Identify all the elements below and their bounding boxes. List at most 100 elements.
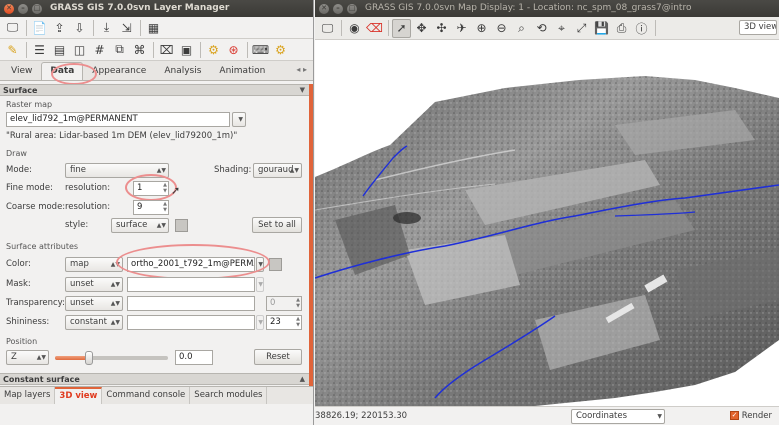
import-vector-icon[interactable]: ⇲	[117, 18, 136, 37]
raster-map-input[interactable]: elev_lid792_1m@PERMANENT	[6, 112, 230, 127]
maximize-icon[interactable]: □	[347, 3, 357, 14]
grid-icon[interactable]: #	[90, 40, 109, 59]
transparency-mode-select[interactable]: unset ▲▼	[65, 296, 123, 311]
settings-icon[interactable]: ⚙	[204, 40, 223, 59]
save-workspace-icon[interactable]: ⇩	[70, 18, 89, 37]
zoom-region-icon[interactable]: ⌕	[512, 19, 531, 38]
eye-icon[interactable]: ◉	[345, 19, 364, 38]
tab-search-modules[interactable]: Search modules	[190, 387, 268, 404]
vector-tools-icon[interactable]: ⧉	[110, 40, 129, 59]
panel-scrollbar[interactable]	[309, 84, 313, 386]
minimize-icon[interactable]: –	[333, 3, 343, 14]
add-layers-icon[interactable]: ▦	[144, 18, 163, 37]
transparency-map-input[interactable]	[127, 296, 255, 311]
wire-color-swatch[interactable]	[175, 219, 188, 232]
surface-section-header[interactable]: Surface ▼	[0, 84, 309, 96]
move-icon[interactable]: ✣	[432, 19, 451, 38]
help-icon[interactable]: ⊛	[224, 40, 243, 59]
zoom-menu-icon[interactable]: ⌖	[552, 19, 571, 38]
layer-manager-toolbar-1: 🖵 📄 ⇪ ⇩ ⤓ ⇲ ▦	[0, 17, 313, 39]
import-icon[interactable]: ⤓	[97, 18, 116, 37]
group-icon[interactable]: ⌘	[130, 40, 149, 59]
reset-button[interactable]: Reset	[254, 349, 302, 365]
tab-view[interactable]: View	[2, 62, 41, 80]
overlay-icon[interactable]: ◫	[70, 40, 89, 59]
close-icon[interactable]: ✕	[4, 3, 14, 14]
tab-analysis[interactable]: Analysis	[155, 62, 210, 80]
style-select[interactable]: surface ▲▼	[111, 218, 169, 233]
tab-animation[interactable]: Animation	[210, 62, 274, 80]
erase-icon[interactable]: ⌫	[365, 19, 384, 38]
zoom-full-icon[interactable]: ⤢	[572, 19, 591, 38]
transparency-value-spinner[interactable]: 0 ▲ ▼	[266, 296, 302, 311]
shininess-dropdown-button[interactable]: ▼	[256, 315, 264, 330]
shininess-value-spinner[interactable]: 23 ▲ ▼	[266, 315, 302, 330]
map-display-toolbar: 🖵 ◉ ⌫ ➚ ✥ ✣ ✈ ⊕ ⊖ ⌕ ⟲ ⌖ ⤢ 💾 ⎙ ⓘ 3D view	[315, 17, 779, 40]
maximize-icon[interactable]: □	[32, 3, 42, 14]
tab-map-layers[interactable]: Map layers	[0, 387, 56, 404]
raster-calc-icon[interactable]: ▣	[177, 40, 196, 59]
position-value-input[interactable]: 0.0	[175, 350, 213, 365]
processing-icon[interactable]: ⌧	[157, 40, 176, 59]
color-map-input[interactable]: ortho_2001_t792_1m@PERMANENT	[127, 257, 255, 272]
set-to-all-button[interactable]: Set to all	[252, 217, 302, 233]
color-mode-select[interactable]: map ▲▼	[65, 257, 123, 272]
status-mode-select[interactable]: Coordinates ▼	[571, 409, 665, 424]
pointer-icon[interactable]: ➚	[392, 18, 411, 38]
fine-resolution-spinner[interactable]: 1 ▲ ▼	[133, 181, 169, 196]
shininess-map-input[interactable]	[127, 315, 255, 330]
color-swatch[interactable]	[269, 258, 282, 271]
open-workspace-icon[interactable]: ⇪	[50, 18, 69, 37]
print-icon[interactable]: ⎙	[612, 19, 631, 38]
zoom-out-icon[interactable]: ⊖	[492, 19, 511, 38]
tab-scroll-arrows[interactable]: ◂ ▸	[296, 65, 307, 74]
mask-mode-select[interactable]: unset ▲▼	[65, 277, 123, 292]
tab-command-console[interactable]: Command console	[102, 387, 191, 404]
shading-select[interactable]: gouraud ▲▼	[253, 163, 302, 178]
mode-select[interactable]: fine ▲▼	[65, 163, 169, 178]
raster-icon[interactable]: ▤	[50, 40, 69, 59]
shininess-mode-select[interactable]: constant ▲▼	[65, 315, 123, 330]
spinner-arrows-icon[interactable]: ▲ ▼	[163, 201, 167, 213]
mode-label: Mode:	[6, 165, 33, 175]
render-checkbox[interactable]: ✓ Render	[730, 407, 772, 425]
spinner-arrows-icon[interactable]: ▲ ▼	[296, 316, 300, 328]
query-icon[interactable]: ⓘ	[632, 19, 651, 38]
spinner-arrows-icon[interactable]: ▲ ▼	[296, 297, 300, 309]
python-icon[interactable]: ⌨	[251, 40, 270, 59]
close-icon[interactable]: ✕	[319, 3, 329, 14]
save-icon[interactable]: 💾	[592, 19, 611, 38]
position-slider-handle[interactable]	[84, 351, 93, 365]
zoom-in-icon[interactable]: ⊕	[472, 19, 491, 38]
constant-surface-section-header[interactable]: Constant surface ▲	[0, 373, 309, 385]
display-icon[interactable]: 🖵	[318, 19, 337, 38]
position-slider[interactable]	[55, 351, 168, 365]
collapse-icon[interactable]: ▼	[300, 85, 305, 96]
zoom-back-icon[interactable]: ⟲	[532, 19, 551, 38]
open-workspace-icon[interactable]: 📄	[30, 18, 49, 37]
coarse-resolution-spinner[interactable]: 9 ▲ ▼	[133, 200, 169, 215]
collapse-icon[interactable]: ▲	[300, 374, 305, 385]
minimize-icon[interactable]: –	[18, 3, 28, 14]
pencil-icon[interactable]: ✎	[3, 40, 22, 59]
list-icon[interactable]: ☰	[30, 40, 49, 59]
tab-3d-view[interactable]: 3D view	[55, 387, 103, 404]
new-display-icon[interactable]: 🖵	[3, 18, 22, 37]
color-map-dropdown-button[interactable]: ▼	[256, 257, 264, 272]
spinner-arrows-icon[interactable]: ▲ ▼	[163, 182, 167, 194]
tab-data[interactable]: Data	[41, 62, 84, 80]
mask-map-input[interactable]	[127, 277, 255, 292]
raster-map-dropdown-button[interactable]: ▼	[232, 112, 246, 127]
tab-appearance[interactable]: Appearance	[83, 62, 155, 80]
view-mode-select[interactable]: 3D view	[739, 20, 777, 35]
fly-icon[interactable]: ✈	[452, 19, 471, 38]
prefs-icon[interactable]: ⚙	[271, 40, 290, 59]
chevron-down-icon: ▲▼	[110, 300, 120, 307]
chevron-down-icon: ▲▼	[110, 261, 120, 268]
3d-map-canvas[interactable]	[315, 40, 779, 406]
axis-select[interactable]: Z ▲▼	[6, 350, 49, 365]
chevron-down-icon: ▲▼	[110, 281, 120, 288]
mask-dropdown-button[interactable]: ▼	[256, 277, 264, 292]
pan-icon[interactable]: ✥	[412, 19, 431, 38]
checkbox-check-icon[interactable]: ✓	[730, 411, 739, 420]
